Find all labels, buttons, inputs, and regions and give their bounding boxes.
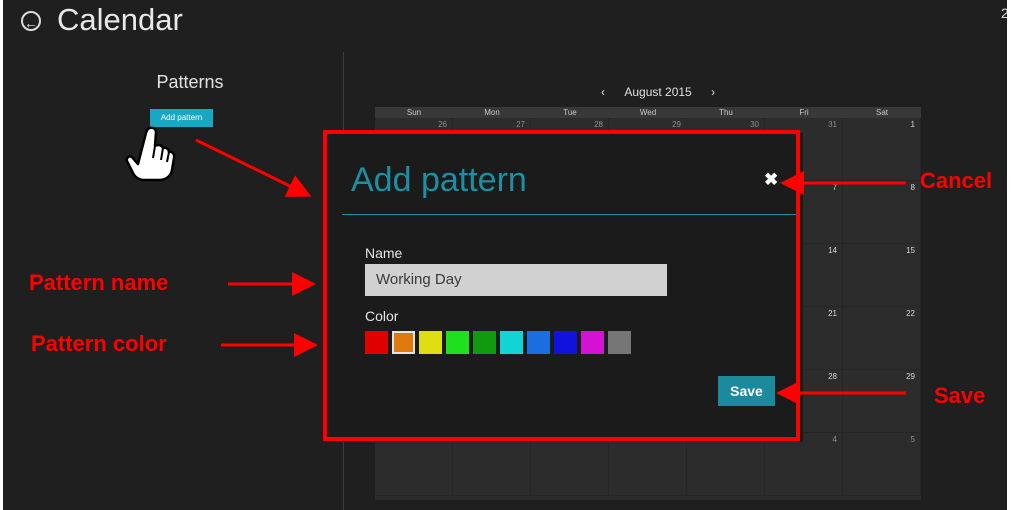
pattern-color-annotation: Pattern color <box>31 331 167 356</box>
cancel-annotation: Cancel <box>920 168 993 193</box>
annotation-arrows <box>195 138 906 405</box>
pattern-name-annotation: Pattern name <box>29 270 169 295</box>
save-annotation: Save <box>934 383 986 408</box>
arrow-to-dialog <box>195 138 312 197</box>
